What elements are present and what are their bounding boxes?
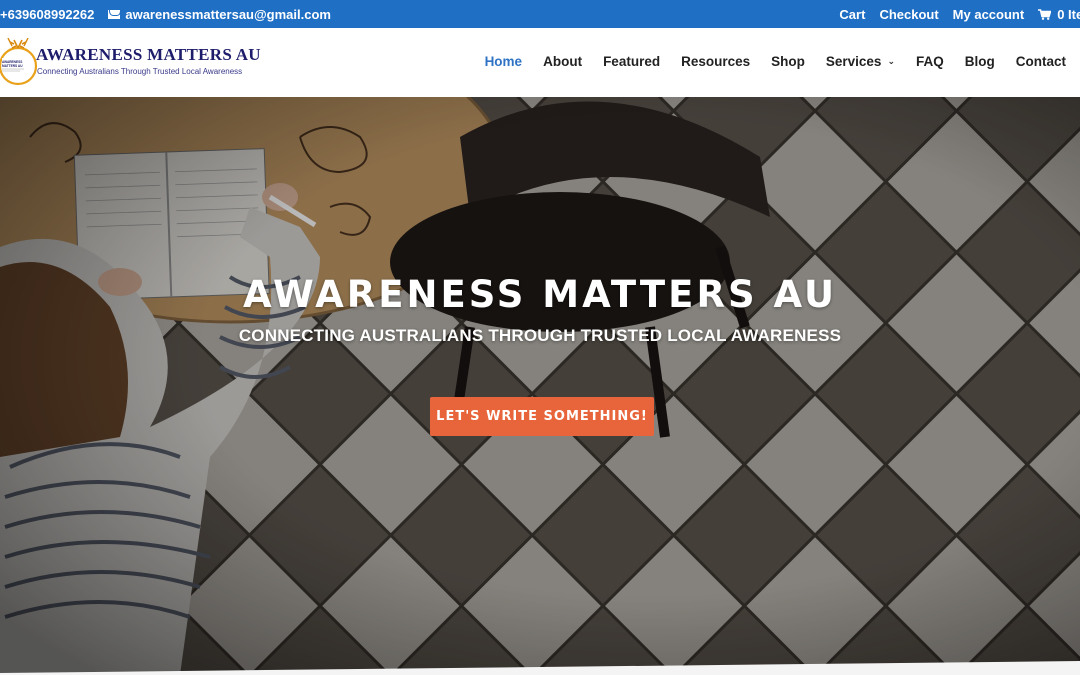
nav-services-label: Services [825,54,882,69]
hero-title: AWARENESS MATTERS AU [242,273,838,316]
checkout-link[interactable]: Checkout [879,7,938,22]
deer-emblem-icon: AWARENESS MATTERS AU [0,38,38,86]
site-header: AWARENESS MATTERS AU AWARENESS MATTERS A… [0,28,1080,97]
my-account-link[interactable]: My account [953,7,1025,22]
section-divider [0,661,1080,675]
svg-text:MATTERS AU: MATTERS AU [2,64,23,68]
mail-icon [108,9,121,19]
cart-items-link[interactable]: 0 Items [1038,7,1080,22]
logo-title: AWARENESS MATTERS AU [36,45,261,64]
nav-shop[interactable]: Shop [771,54,805,69]
logo-tagline: Connecting Australians Through Trusted L… [37,67,243,76]
nav-featured[interactable]: Featured [603,54,660,69]
top-bar: +639608992262 awarenessmattersau@gmail.c… [0,0,1080,28]
nav-resources[interactable]: Resources [681,54,750,69]
hero-overlay [0,97,1080,675]
nav-faq[interactable]: FAQ [916,54,944,69]
shopping-cart-icon [1038,8,1052,20]
email-link[interactable]: awarenessmattersau@gmail.com [108,7,331,22]
contact-info: +639608992262 awarenessmattersau@gmail.c… [0,7,331,22]
nav-contact[interactable]: Contact [1016,54,1066,69]
chevron-down-icon: ⌄ [887,56,895,66]
main-nav: Home About Featured Resources Shop Servi… [485,54,1066,69]
cart-link[interactable]: Cart [839,7,865,22]
phone-number[interactable]: +639608992262 [0,7,94,22]
nav-home[interactable]: Home [485,54,523,69]
hero-section: AWARENESS MATTERS AU CONNECTING AUSTRALI… [0,97,1080,675]
cart-count: 0 Items [1057,6,1080,22]
site-logo[interactable]: AWARENESS MATTERS AU AWARENESS MATTERS A… [0,36,261,92]
nav-blog[interactable]: Blog [965,54,995,69]
hero-subtitle: CONNECTING AUSTRALIANS THROUGH TRUSTED L… [238,326,842,345]
account-links: Cart Checkout My account 0 Items [839,7,1080,22]
email-text: awarenessmattersau@gmail.com [125,6,331,22]
write-something-button[interactable]: LET'S WRITE SOMETHING! [430,397,654,436]
nav-services[interactable]: Services ⌄ [826,54,895,69]
nav-about[interactable]: About [543,54,582,69]
